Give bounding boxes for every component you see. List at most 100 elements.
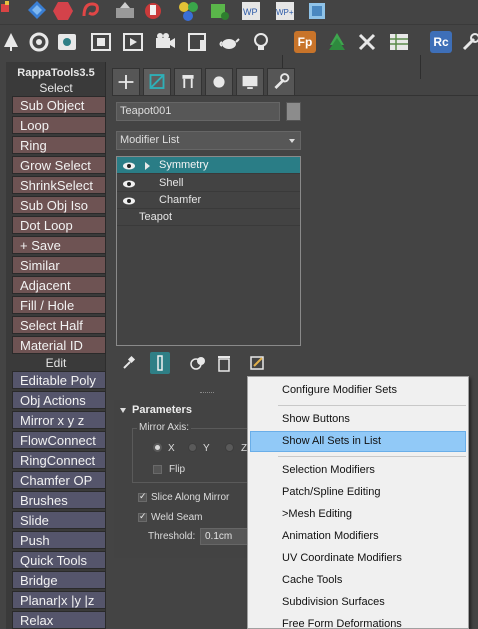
box-icon[interactable] [306, 0, 328, 22]
menu-item-show-buttons[interactable]: Show Buttons [250, 409, 466, 430]
rollout-grip[interactable] [200, 392, 214, 395]
menu-item-free-form-deformations[interactable]: Free Form Deformations [250, 614, 466, 629]
eye-icon[interactable] [123, 197, 135, 205]
grow-select-button[interactable]: Grow Select [12, 156, 106, 174]
object-color-swatch[interactable] [286, 102, 301, 121]
menu-item-patch-spline-editing[interactable]: Patch/Spline Editing [250, 482, 466, 503]
editable-poly-button[interactable]: Editable Poly [12, 371, 106, 389]
loop-button[interactable]: Loop [12, 116, 106, 134]
modifier-sets-context-menu: Configure Modifier Sets Show Buttons Sho… [247, 376, 469, 629]
stack-item-shell[interactable]: Shell [117, 175, 300, 192]
object-name-field[interactable]: Teapot001 [116, 102, 280, 121]
ring-button[interactable]: Ring [12, 136, 106, 154]
tab-motion[interactable] [205, 68, 233, 95]
gear-ring-icon[interactable] [28, 31, 50, 53]
menu-item-uv-coordinate-modifiers[interactable]: UV Coordinate Modifiers [250, 548, 466, 569]
axis-z-radio[interactable] [225, 443, 234, 452]
menu-item-animation-modifiers[interactable]: Animation Modifiers [250, 526, 466, 547]
flip-checkbox[interactable] [153, 465, 162, 474]
plant-icon[interactable] [326, 31, 348, 53]
tools-cross-icon[interactable] [356, 31, 378, 53]
svg-text:WP+: WP+ [276, 8, 294, 17]
push-button[interactable]: Push [12, 531, 106, 549]
toolbar-separator [420, 55, 421, 79]
tab-display[interactable] [236, 68, 264, 95]
swirl-red-icon[interactable] [80, 0, 102, 22]
shrink-select-button[interactable]: ShrinkSelect [12, 176, 106, 194]
ring-connect-button[interactable]: RingConnect [12, 451, 106, 469]
weld-seam-label: Weld Seam [151, 512, 203, 523]
make-unique-icon[interactable] [188, 352, 208, 374]
stack-item-symmetry[interactable]: Symmetry [117, 157, 300, 174]
fp-icon[interactable]: Fp [294, 31, 316, 53]
mirror-xyz-button[interactable]: Mirror x y z [12, 411, 106, 429]
axis-y-radio[interactable] [188, 443, 197, 452]
grid-tool-icon[interactable] [114, 0, 136, 22]
hexagon-red-icon[interactable] [52, 0, 74, 22]
frame-icon[interactable] [90, 31, 112, 53]
color-balls-icon[interactable] [178, 0, 200, 22]
menu-item-configure-modifier-sets[interactable]: Configure Modifier Sets [250, 380, 466, 401]
stack-item-teapot[interactable]: Teapot [117, 209, 300, 226]
parameters-rollout-header[interactable]: Parameters [120, 404, 192, 416]
material-id-button[interactable]: Material ID [12, 336, 106, 354]
configure-sets-icon[interactable] [248, 352, 268, 374]
pin-stack-icon[interactable] [118, 352, 138, 374]
rappatools-panel: RappaTools3.5 Select Sub Object Loop Rin… [6, 62, 106, 629]
chamfer-op-button[interactable]: Chamfer OP [12, 471, 106, 489]
camera-icon[interactable] [154, 31, 176, 53]
diamond-icon[interactable] [26, 0, 48, 22]
menu-item-cache-tools[interactable]: Cache Tools [250, 570, 466, 591]
select-half-button[interactable]: Select Half [12, 316, 106, 334]
eye-icon[interactable] [123, 162, 135, 170]
adjacent-button[interactable]: Adjacent [12, 276, 106, 294]
trash-icon[interactable] [214, 352, 234, 374]
brushes-button[interactable]: Brushes [12, 491, 106, 509]
menu-item-mesh-editing[interactable]: >Mesh Editing [250, 504, 466, 525]
stack-item-chamfer[interactable]: Chamfer [117, 192, 300, 209]
tab-modify[interactable] [143, 68, 171, 95]
menu-item-selection-modifiers[interactable]: Selection Modifiers [250, 460, 466, 481]
wp-plus-icon[interactable]: WP+ [274, 0, 296, 22]
rc-icon[interactable]: Rc [430, 31, 452, 53]
dot-loop-button[interactable]: Dot Loop [12, 216, 106, 234]
eye-icon[interactable] [123, 180, 135, 188]
sub-obj-iso-button[interactable]: Sub Obj Iso [12, 196, 106, 214]
bridge-button[interactable]: Bridge [12, 571, 106, 589]
menu-item-subdivision-surfaces[interactable]: Subdivision Surfaces [250, 592, 466, 613]
slide-button[interactable]: Slide [12, 511, 106, 529]
tree-icon[interactable] [0, 31, 22, 53]
show-end-result-icon[interactable] [150, 352, 170, 374]
flow-connect-button[interactable]: FlowConnect [12, 431, 106, 449]
similar-button[interactable]: Similar [12, 256, 106, 274]
expand-arrow-icon[interactable] [145, 162, 150, 170]
viewport-icon[interactable] [186, 31, 208, 53]
modifier-stack: Symmetry Shell Chamfer Teapot [116, 156, 301, 346]
modifier-list-dropdown[interactable]: Modifier List [116, 131, 301, 150]
axis-x-radio[interactable] [153, 443, 162, 452]
menu-item-show-all-sets-in-list[interactable]: Show All Sets in List [250, 431, 466, 452]
slice-along-mirror-checkbox[interactable] [138, 491, 147, 502]
sub-object-button[interactable]: Sub Object [12, 96, 106, 114]
snap-toggle-icon[interactable] [0, 0, 22, 22]
obj-actions-button[interactable]: Obj Actions [12, 391, 106, 409]
tools-icon[interactable] [460, 31, 478, 53]
render-frame-icon[interactable] [122, 31, 144, 53]
render-setup-icon[interactable] [56, 31, 78, 53]
paint-bucket-icon[interactable] [208, 0, 230, 22]
wp-icon[interactable]: WP [240, 0, 262, 22]
relax-button[interactable]: Relax [12, 611, 106, 629]
axis-y-label: Y [203, 443, 210, 454]
fill-hole-button[interactable]: Fill / Hole [12, 296, 106, 314]
weld-seam-checkbox[interactable] [138, 511, 147, 522]
tab-create[interactable] [112, 68, 140, 95]
tab-utilities[interactable] [267, 68, 295, 95]
lightbulb-icon[interactable] [250, 31, 272, 53]
save-selection-button[interactable]: + Save [12, 236, 106, 254]
quick-tools-button[interactable]: Quick Tools [12, 551, 106, 569]
planar-xyz-button[interactable]: Planar|x |y |z [12, 591, 106, 609]
spreadsheet-icon[interactable] [388, 31, 410, 53]
tab-hierarchy[interactable] [174, 68, 202, 95]
hand-red-icon[interactable] [142, 0, 164, 22]
teapot-icon[interactable] [218, 31, 240, 53]
